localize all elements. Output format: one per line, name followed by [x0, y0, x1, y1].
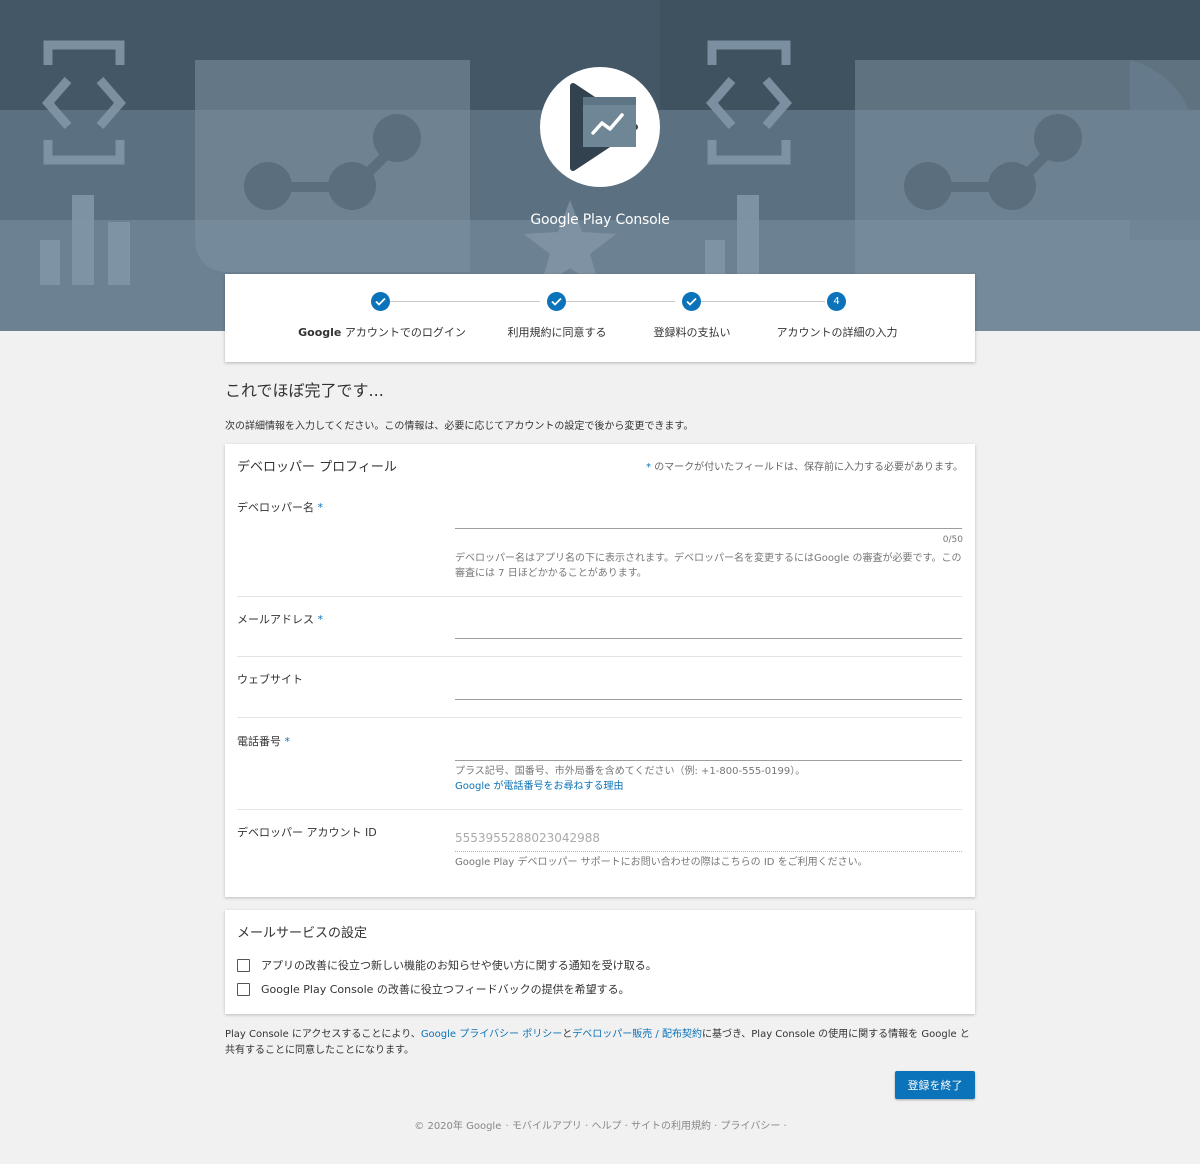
required-star: * — [317, 501, 324, 514]
phone-helper: プラス記号、国番号、市外局番を含めてください（例: +1-800-555-019… — [455, 766, 806, 777]
email-label: メールアドレス * — [237, 611, 323, 627]
footer-link-terms[interactable]: サイトの利用規約 — [631, 1121, 711, 1132]
developer-profile-card: デベロッパー プロフィール * のマークが付いたフィールドは、保存前に入力する必… — [225, 444, 975, 897]
phone-input[interactable] — [455, 737, 962, 759]
website-underline — [455, 699, 962, 700]
required-note: * のマークが付いたフィールドは、保存前に入力する必要があります。 — [646, 458, 963, 473]
footer-link-help[interactable]: ヘルプ — [591, 1121, 621, 1132]
phone-label-text: 電話番号 — [237, 735, 281, 748]
intro-text: 次の詳細情報を入力してください。この情報は、必要に応じてアカウントの設定で後から… — [225, 421, 694, 432]
developer-name-underline — [455, 528, 962, 529]
email-input[interactable] — [455, 615, 962, 637]
developer-name-input[interactable] — [455, 505, 962, 527]
mail-option-features[interactable]: アプリの改善に役立つ新しい機能のお知らせや使い方に関する通知を受け取る。 — [237, 957, 657, 973]
play-console-logo — [540, 67, 660, 187]
checkbox-icon[interactable] — [237, 959, 250, 972]
account-id-helper: Google Play デベロッパー サポートにお問い合わせの際はこちらの ID… — [455, 857, 868, 868]
email-label-text: メールアドレス — [237, 613, 314, 626]
consent-text: Play Console にアクセスすることにより、Google プライバシー … — [225, 1027, 975, 1059]
required-note-text: のマークが付いたフィールドは、保存前に入力する必要があります。 — [654, 462, 963, 473]
step-4-label: アカウントの詳細の入力 — [776, 326, 898, 339]
step-1-label: Google アカウントでのログイン — [298, 324, 466, 340]
step-3-label: 登録料の支払い — [653, 326, 731, 339]
website-label: ウェブサイト — [237, 673, 303, 686]
page-title: これでほぼ完了です... — [225, 381, 384, 400]
step-2-done-icon — [547, 292, 566, 311]
required-star: * — [646, 462, 651, 473]
mail-option-feedback-label: Google Play Console の改善に役立つフィードバックの提供を希望… — [261, 983, 630, 996]
account-id-value: 5553955288023042988 — [455, 831, 601, 845]
developer-name-label-text: デベロッパー名 — [237, 501, 314, 514]
registration-stepper: 4 Google アカウントでのログイン 利用規約に同意する 登録料の支払い ア… — [225, 274, 975, 362]
step-4-current: 4 — [827, 292, 846, 311]
phone-underline — [455, 760, 962, 761]
required-star: * — [284, 735, 291, 748]
step-connector — [701, 301, 825, 302]
developer-name-helper: デベロッパー名はアプリ名の下に表示されます。デベロッパー名を変更するにはGoog… — [455, 553, 962, 579]
required-star: * — [317, 613, 324, 626]
divider — [237, 809, 962, 810]
step-3-done-icon — [682, 292, 701, 311]
mail-option-features-label: アプリの改善に役立つ新しい機能のお知らせや使い方に関する通知を受け取る。 — [261, 959, 657, 972]
footer-copyright: © 2020年 Google — [414, 1121, 502, 1132]
divider — [237, 717, 962, 718]
phone-label: 電話番号 * — [237, 733, 290, 749]
website-input[interactable] — [455, 676, 962, 698]
step-connector — [566, 301, 675, 302]
developer-profile-title: デベロッパー プロフィール — [237, 460, 397, 475]
consent-part2: と — [562, 1029, 573, 1040]
account-id-label: デベロッパー アカウント ID — [237, 826, 377, 839]
mail-service-title: メールサービスの設定 — [237, 926, 368, 941]
developer-name-label: デベロッパー名 * — [237, 499, 323, 515]
step-1-done-icon — [371, 292, 390, 311]
email-underline — [455, 638, 962, 639]
step-connector — [390, 301, 540, 302]
footer-link-mobile-app[interactable]: モバイルアプリ — [512, 1121, 582, 1132]
mail-service-card: メールサービスの設定 アプリの改善に役立つ新しい機能のお知らせや使い方に関する通… — [225, 910, 975, 1014]
mail-option-feedback[interactable]: Google Play Console の改善に役立つフィードバックの提供を希望… — [237, 981, 630, 997]
phone-reason-link[interactable]: Google が電話番号をお尋ねする理由 — [455, 779, 962, 794]
footer-link-privacy[interactable]: プライバシー — [721, 1121, 781, 1132]
step-1-label-text: アカウントでのログイン — [341, 326, 466, 339]
developer-agreement-link[interactable]: デベロッパー販売 / 配布契約 — [572, 1029, 702, 1040]
step-2-label: 利用規約に同意する — [507, 326, 607, 339]
logo-text: Google Play Console — [530, 212, 670, 228]
privacy-policy-link[interactable]: Google プライバシー ポリシー — [421, 1029, 562, 1040]
developer-name-counter: 0/50 — [942, 535, 963, 545]
divider — [237, 656, 962, 657]
step-1-label-prefix: Google — [298, 326, 342, 339]
checkbox-icon[interactable] — [237, 983, 250, 996]
consent-part1: Play Console にアクセスすることにより、 — [225, 1029, 421, 1040]
finish-registration-button[interactable]: 登録を終了 — [895, 1071, 975, 1099]
play-console-logo-icon — [570, 83, 638, 171]
divider — [237, 596, 962, 597]
account-id-underline — [455, 851, 962, 852]
footer: © 2020年 Google · モバイルアプリ · ヘルプ · サイトの利用規… — [414, 1121, 787, 1132]
